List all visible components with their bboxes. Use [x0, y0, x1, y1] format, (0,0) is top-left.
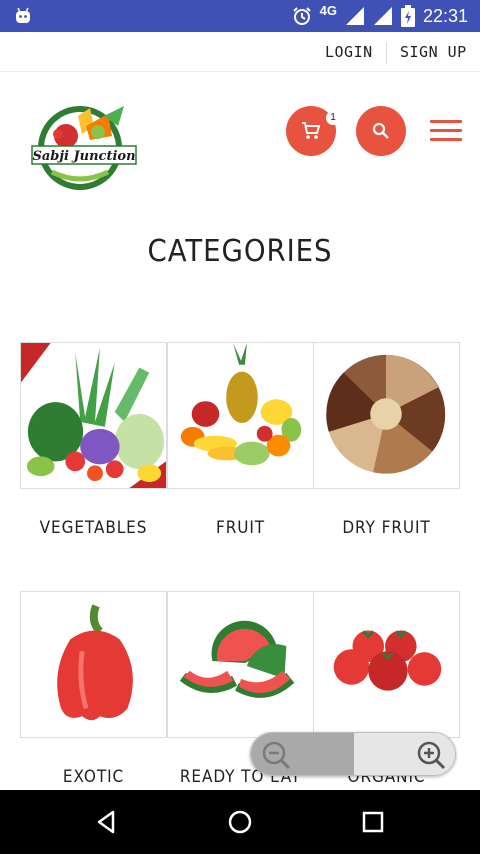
category-label-fruit[interactable]: FRUIT: [174, 518, 306, 538]
dry-fruit-image: [314, 343, 459, 488]
battery-icon: [400, 5, 415, 27]
link-divider: [386, 42, 387, 64]
cart-count-badge: 1: [326, 111, 340, 125]
home-icon[interactable]: [226, 808, 254, 836]
category-tile-organic[interactable]: [313, 591, 460, 738]
organic-image: [314, 592, 459, 737]
signup-link[interactable]: SIGN UP: [400, 43, 467, 61]
signal-icon: [345, 7, 364, 25]
recents-icon[interactable]: [359, 808, 387, 836]
zoom-in-icon: [417, 741, 446, 770]
category-label-exotic[interactable]: EXOTIC: [27, 767, 159, 787]
system-nav-bar: [0, 790, 480, 854]
back-icon[interactable]: [93, 808, 121, 836]
status-bar: 4G 22:31: [0, 0, 480, 32]
search-button[interactable]: [356, 106, 406, 156]
category-tile-ready-to-eat[interactable]: [167, 591, 314, 738]
ready-to-eat-image: [168, 592, 313, 737]
clock: 22:31: [422, 5, 468, 26]
exotic-image: [21, 592, 166, 737]
cart-icon: [302, 122, 321, 139]
top-links-bar: LOGIN SIGN UP: [0, 32, 480, 72]
page-title: CATEGORIES: [147, 234, 333, 269]
hamburger-menu-icon[interactable]: [430, 120, 462, 142]
fruit-image: [168, 343, 313, 488]
category-label-vegetables[interactable]: VEGETABLES: [27, 518, 159, 538]
login-link[interactable]: LOGIN: [325, 43, 373, 61]
sabji-junction-logo[interactable]: Sabji Junction: [28, 96, 144, 196]
network-type: 4G: [319, 2, 337, 18]
vegetables-image: [21, 343, 166, 488]
zoom-out-icon: [262, 741, 291, 770]
zoom-in-button[interactable]: [354, 733, 455, 775]
category-tile-vegetables[interactable]: [20, 342, 167, 489]
category-tile-dry-fruit[interactable]: [313, 342, 460, 489]
category-label-dry-fruit[interactable]: DRY FRUIT: [320, 518, 452, 538]
zoom-control: [250, 732, 456, 776]
category-tile-fruit[interactable]: [167, 342, 314, 489]
search-icon: [372, 122, 389, 139]
logo-text: Sabji Junction: [32, 149, 135, 164]
alarm-icon: [292, 7, 311, 25]
zoom-out-button[interactable]: [251, 733, 354, 775]
android-icon: [16, 7, 30, 23]
signal-icon: [373, 7, 392, 25]
category-tile-exotic[interactable]: [20, 591, 167, 738]
